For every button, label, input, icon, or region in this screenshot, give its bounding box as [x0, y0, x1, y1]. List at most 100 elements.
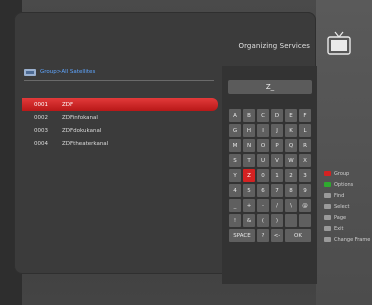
keyboard-key[interactable]: C [257, 109, 269, 122]
keyboard-row: SPACE? <- OK [229, 229, 315, 242]
legend-item: Group [324, 168, 372, 179]
legend-label: Change Frame [334, 236, 371, 243]
keyboard-key[interactable]: H [243, 124, 255, 137]
keyboard-key[interactable]: 0 [257, 169, 269, 182]
keyboard-key[interactable]: F [299, 109, 311, 122]
channel-name: ZDFtheaterkanal [62, 140, 109, 147]
channel-name: ZDFinfokanal [62, 114, 98, 121]
keyboard-key[interactable]: @ [299, 199, 311, 212]
keyboard-key[interactable]: ( [257, 214, 269, 227]
channel-name: ZDF [62, 101, 74, 108]
keyboard-key[interactable]: 4 [229, 184, 241, 197]
ok-key[interactable]: OK [285, 229, 311, 242]
keyboard-key[interactable]: B [243, 109, 255, 122]
keyboard-key[interactable]: X [299, 154, 311, 167]
keyboard-key[interactable]: Q [285, 139, 297, 152]
keyboard-key[interactable]: N [243, 139, 255, 152]
channel-list: 0001 ZDF 0002 ZDFinfokanal 0003 ZDFdokuk… [22, 98, 218, 150]
keyboard-key[interactable]: T [243, 154, 255, 167]
keyboard-row: MNOPQR [229, 139, 315, 152]
legend-item: Exit [324, 223, 372, 234]
keyboard-key[interactable]: L [299, 124, 311, 137]
keyboard-key[interactable]: S [229, 154, 241, 167]
keyboard-key[interactable]: W [285, 154, 297, 167]
legend-label: Page [334, 214, 347, 221]
legend-label: Find [334, 192, 345, 199]
group-selector[interactable]: Group>All Satellites [24, 65, 95, 79]
keyboard-key[interactable]: Y [229, 169, 241, 182]
legend-item: Select [324, 201, 372, 212]
keyboard-row: GHIJKL [229, 124, 315, 137]
change-frame-icon [324, 237, 331, 242]
keyboard-key[interactable]: ? [257, 229, 269, 242]
key-legend: Group Options Find Select Page Exit Change Fra… [324, 168, 372, 245]
keyboard-key[interactable]: & [243, 214, 255, 227]
keyboard-key[interactable]: - [257, 199, 269, 212]
keyboard-key[interactable]: ) [271, 214, 283, 227]
keyboard-key[interactable]: J [271, 124, 283, 137]
channel-number: 0002 [34, 114, 48, 121]
red-button-icon [324, 171, 331, 176]
legend-label: Exit [334, 225, 344, 232]
keyboard-key[interactable] [299, 214, 311, 227]
keyboard-key[interactable]: _ [229, 199, 241, 212]
search-input[interactable]: Z_ [228, 80, 312, 94]
keyboard-row: 456789 [229, 184, 315, 197]
legend-item: Options [324, 179, 372, 190]
legend-item: Page [324, 212, 372, 223]
group-label: Group>All Satellites [40, 69, 96, 75]
keyboard-row: ! &() [229, 214, 315, 227]
keyboard-key[interactable]: / [271, 199, 283, 212]
keyboard-key[interactable]: I [257, 124, 269, 137]
backspace-key[interactable]: <- [271, 229, 283, 242]
keyboard-key[interactable]: D [271, 109, 283, 122]
channel-number: 0004 [34, 140, 48, 147]
keyboard-key[interactable]: 1 [271, 169, 283, 182]
channel-row[interactable]: 0002 ZDFinfokanal [22, 111, 218, 124]
keyboard-key[interactable]: ! [229, 214, 241, 227]
keyboard-key[interactable]: + [243, 199, 255, 212]
keyboard-key[interactable]: 2 [285, 169, 297, 182]
keyboard-key[interactable]: 6 [257, 184, 269, 197]
keyboard-row: _ + - / \ @ [229, 199, 315, 212]
channel-row[interactable]: 0003 ZDFdokukanal [22, 124, 218, 137]
channel-row[interactable]: 0001 ZDF [22, 98, 218, 111]
keyboard-key[interactable]: P [271, 139, 283, 152]
keyboard-row: STUVWX [229, 154, 315, 167]
keyboard-key[interactable]: 3 [299, 169, 311, 182]
channel-number: 0003 [34, 127, 48, 134]
keyboard-key[interactable]: E [285, 109, 297, 122]
keyboard-key[interactable]: K [285, 124, 297, 137]
legend-label: Group [334, 170, 350, 177]
page-icon [324, 215, 331, 220]
exit-icon [324, 226, 331, 231]
keyboard-key[interactable]: 9 [299, 184, 311, 197]
tv-icon [327, 31, 351, 55]
keyboard-key[interactable]: R [299, 139, 311, 152]
keyboard-key[interactable]: 5 [243, 184, 255, 197]
channel-row[interactable]: 0004 ZDFtheaterkanal [22, 137, 218, 150]
keyboard-key[interactable]: G [229, 124, 241, 137]
keyboard-key[interactable]: 7 [271, 184, 283, 197]
keyboard-key[interactable]: A [229, 109, 241, 122]
find-icon [324, 193, 331, 198]
select-icon [324, 204, 331, 209]
keyboard-key[interactable]: U [257, 154, 269, 167]
page-title: Organizing Services [238, 42, 310, 50]
legend-item: Find [324, 190, 372, 201]
keyboard-key[interactable]: V [271, 154, 283, 167]
keyboard-key[interactable]: \ [285, 199, 297, 212]
keyboard-key[interactable]: O [257, 139, 269, 152]
keyboard-row: YZ0123 [229, 169, 315, 182]
channel-number: 0001 [34, 101, 48, 108]
on-screen-keyboard: A B C D E F G H I J K L M N O P Q R S T U V W X Y Z 0 1 2 3 4 5 6 7 8 9 _ + - /… [229, 109, 315, 244]
divider [24, 80, 214, 81]
keyboard-key[interactable]: M [229, 139, 241, 152]
screen: Organizing Services Group>All Satellites… [0, 0, 372, 305]
keyboard-key[interactable] [285, 214, 297, 227]
keyboard-row: ABCDEF [229, 109, 315, 122]
space-key[interactable]: SPACE [229, 229, 255, 242]
keyboard-key[interactable]: 8 [285, 184, 297, 197]
keyboard-key[interactable]: Z [243, 169, 255, 182]
green-button-icon [324, 182, 331, 187]
